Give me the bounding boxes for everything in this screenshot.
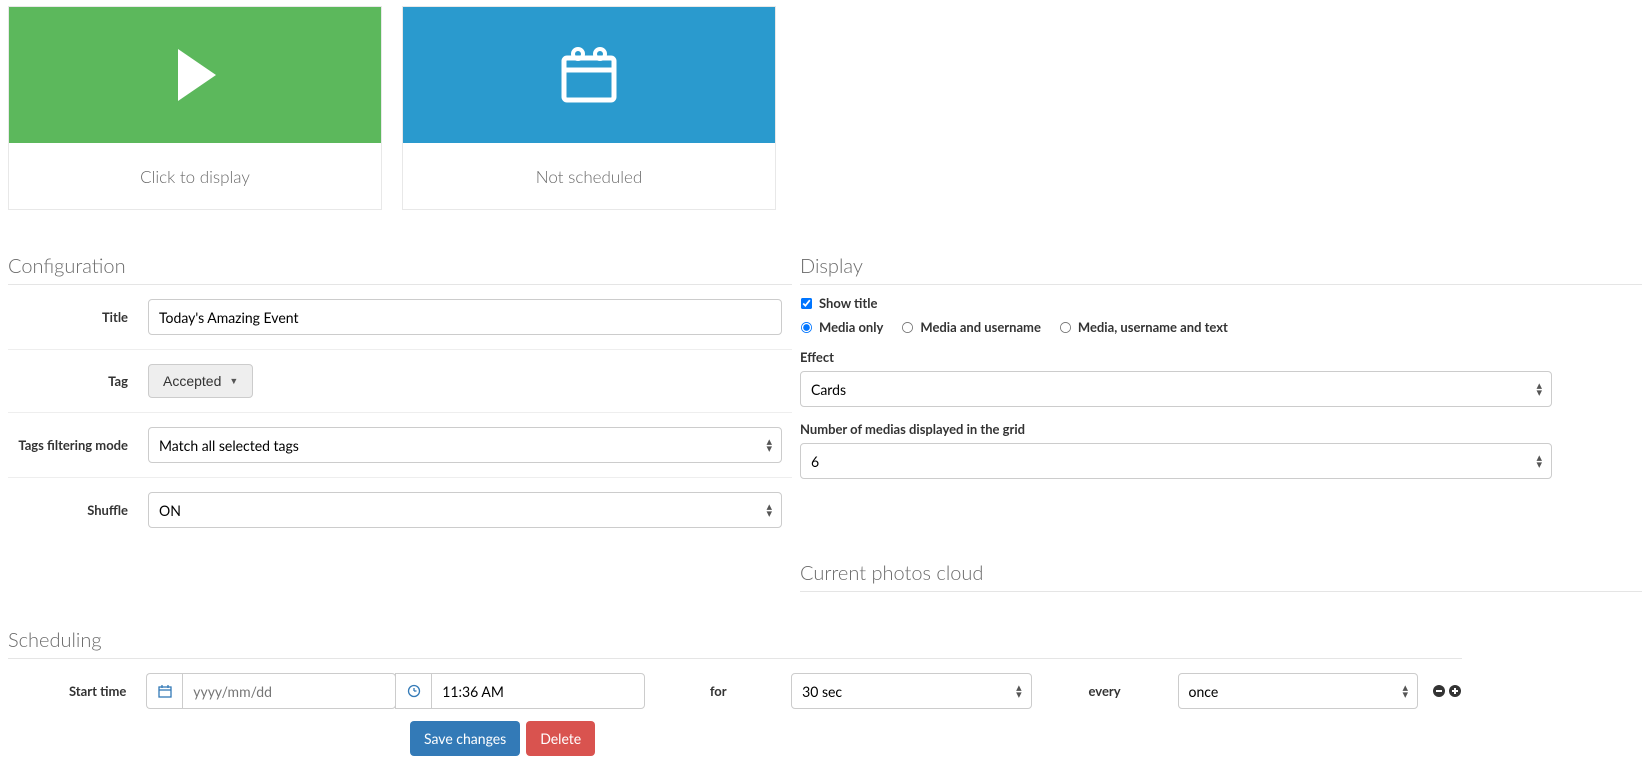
time-input[interactable]: [431, 673, 645, 709]
clock-addon[interactable]: [395, 673, 431, 709]
display-card[interactable]: Click to display: [8, 6, 382, 210]
radio-media-username[interactable]: Media and username: [901, 319, 1041, 335]
schedule-card-caption: Not scheduled: [403, 143, 775, 209]
delete-button[interactable]: Delete: [526, 721, 595, 756]
add-schedule-button[interactable]: [1448, 684, 1462, 698]
tag-label: Tag: [8, 373, 148, 389]
date-input[interactable]: [182, 673, 396, 709]
radio-media-username-input[interactable]: [902, 321, 913, 332]
calendar-icon: [554, 40, 624, 110]
radio-media-only-input[interactable]: [801, 321, 812, 332]
schedule-card-top: [403, 7, 775, 143]
tag-dropdown-label: Accepted: [163, 373, 221, 389]
radio-media-username-text-input[interactable]: [1060, 321, 1071, 332]
num-medias-select[interactable]: [800, 443, 1552, 479]
for-label: for: [645, 683, 791, 699]
duration-select[interactable]: [791, 673, 1031, 709]
play-icon: [168, 45, 222, 105]
start-time-label: Start time: [8, 683, 146, 699]
clock-icon: [407, 684, 421, 698]
remove-schedule-button[interactable]: [1432, 684, 1446, 698]
radio-media-only[interactable]: Media only: [800, 319, 883, 335]
show-title-row[interactable]: Show title: [800, 295, 1642, 311]
effect-select[interactable]: [800, 371, 1552, 407]
shuffle-label: Shuffle: [8, 502, 148, 518]
tag-dropdown-button[interactable]: Accepted ▼: [148, 364, 253, 398]
title-input[interactable]: [148, 299, 782, 335]
configuration-heading: Configuration: [8, 254, 792, 285]
display-heading: Display: [800, 254, 1642, 285]
radio-media-username-text-label: Media, username and text: [1078, 319, 1228, 335]
title-label: Title: [8, 309, 148, 325]
scheduling-heading: Scheduling: [8, 628, 1462, 659]
show-title-label: Show title: [819, 295, 877, 311]
photos-cloud-heading: Current photos cloud: [800, 561, 1642, 592]
save-button[interactable]: Save changes: [410, 721, 520, 756]
radio-media-username-label: Media and username: [920, 319, 1041, 335]
filter-mode-select[interactable]: [148, 427, 782, 463]
repeat-select[interactable]: [1178, 673, 1418, 709]
date-input-group: [146, 673, 396, 709]
time-input-group: [395, 673, 645, 709]
schedule-card[interactable]: Not scheduled: [402, 6, 776, 210]
filter-mode-label: Tags filtering mode: [8, 437, 148, 453]
shuffle-select[interactable]: [148, 492, 782, 528]
every-label: every: [1032, 683, 1178, 699]
display-mode-radios: Media only Media and username Media, use…: [800, 319, 1642, 335]
display-card-top: [9, 7, 381, 143]
calendar-addon[interactable]: [146, 673, 182, 709]
effect-label: Effect: [800, 349, 1642, 365]
show-title-checkbox[interactable]: [801, 297, 812, 308]
caret-down-icon: ▼: [229, 376, 238, 386]
radio-media-only-label: Media only: [819, 319, 883, 335]
display-card-caption: Click to display: [9, 143, 381, 209]
calendar-small-icon: [158, 684, 172, 698]
num-medias-label: Number of medias displayed in the grid: [800, 421, 1642, 437]
radio-media-username-text[interactable]: Media, username and text: [1059, 319, 1228, 335]
